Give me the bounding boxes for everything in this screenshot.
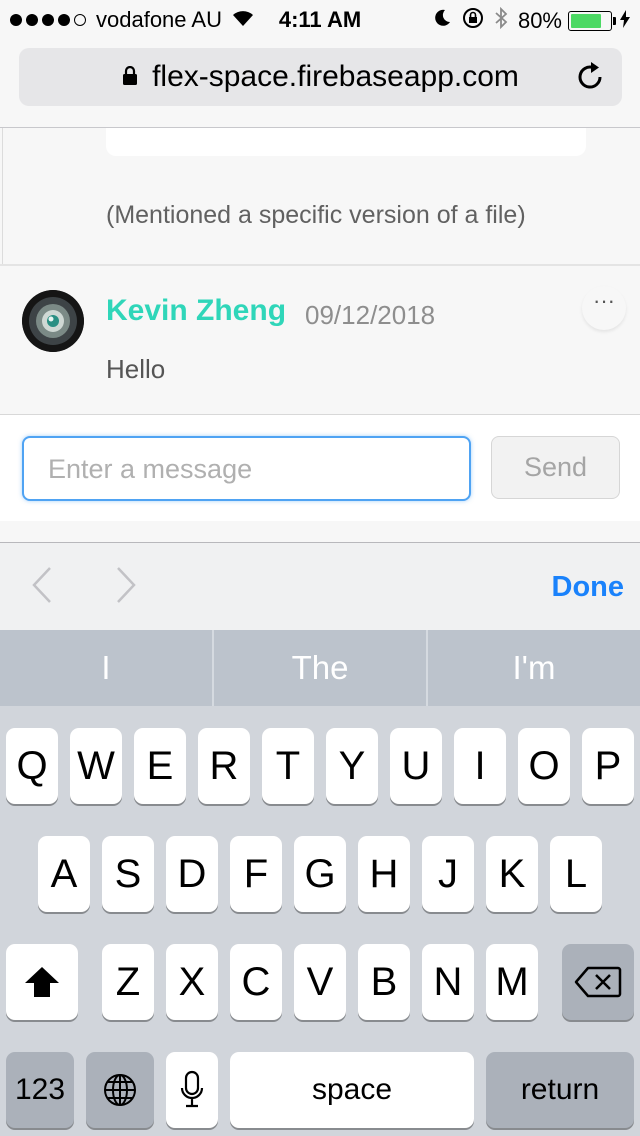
key-c[interactable]: C	[230, 944, 282, 1020]
key-w[interactable]: W	[70, 728, 122, 804]
key-p[interactable]: P	[582, 728, 634, 804]
reload-icon[interactable]	[576, 60, 606, 97]
shift-icon	[25, 967, 59, 997]
key-k[interactable]: K	[486, 836, 538, 912]
rotation-lock-icon	[462, 7, 484, 35]
key-z[interactable]: Z	[102, 944, 154, 1020]
key-y[interactable]: Y	[326, 728, 378, 804]
microphone-key[interactable]	[166, 1052, 218, 1128]
thread-line	[2, 128, 3, 264]
message-input[interactable]: Enter a message	[22, 436, 471, 501]
chat-page: (Mentioned a specific version of a file)…	[0, 128, 640, 521]
moon-icon	[432, 8, 452, 34]
file-preview-card[interactable]	[106, 128, 586, 156]
message-date: 09/12/2018	[305, 300, 436, 330]
shift-key[interactable]	[6, 944, 78, 1020]
key-e[interactable]: E	[134, 728, 186, 804]
key-m[interactable]: M	[486, 944, 538, 1020]
key-r[interactable]: R	[198, 728, 250, 804]
more-options-button[interactable]: ···	[582, 286, 626, 330]
key-q[interactable]: Q	[6, 728, 58, 804]
key-x[interactable]: X	[166, 944, 218, 1020]
return-key[interactable]: return	[486, 1052, 634, 1128]
keyboard-accessory-bar: Done	[0, 543, 640, 630]
battery-fill	[571, 14, 602, 28]
battery-cap	[613, 17, 616, 25]
key-o[interactable]: O	[518, 728, 570, 804]
predictive-bar: I The I'm	[0, 630, 640, 706]
globe-key[interactable]	[86, 1052, 154, 1128]
key-b[interactable]: B	[358, 944, 410, 1020]
prediction-item[interactable]: I	[0, 630, 212, 706]
key-h[interactable]: H	[358, 836, 410, 912]
chat-message: Kevin Zheng 09/12/2018 ··· Hello	[0, 266, 640, 414]
key-d[interactable]: D	[166, 836, 218, 912]
mention-note: (Mentioned a specific version of a file)	[106, 201, 526, 229]
next-field-icon[interactable]	[112, 565, 140, 610]
key-t[interactable]: T	[262, 728, 314, 804]
key-a[interactable]: A	[38, 836, 90, 912]
key-n[interactable]: N	[422, 944, 474, 1020]
charging-bolt-icon	[620, 8, 630, 34]
backspace-key[interactable]	[562, 944, 634, 1020]
url-display[interactable]: flex-space.firebaseapp.com	[19, 48, 622, 106]
previous-field-icon[interactable]	[28, 565, 56, 610]
numbers-key[interactable]: 123	[6, 1052, 74, 1128]
message-body: Hello	[106, 354, 166, 384]
address-bar[interactable]: flex-space.firebaseapp.com	[19, 48, 622, 106]
bluetooth-icon	[494, 6, 508, 35]
microphone-icon	[180, 1070, 204, 1108]
author-name[interactable]: Kevin Zheng	[106, 294, 286, 328]
battery-icon	[568, 11, 612, 31]
key-g[interactable]: G	[294, 836, 346, 912]
key-f[interactable]: F	[230, 836, 282, 912]
key-s[interactable]: S	[102, 836, 154, 912]
backspace-icon	[574, 966, 622, 998]
status-bar: vodafone AU 4:11 AM 80%	[0, 0, 640, 40]
message-composer: Enter a message Send	[0, 415, 640, 521]
key-u[interactable]: U	[390, 728, 442, 804]
key-v[interactable]: V	[294, 944, 346, 1020]
key-j[interactable]: J	[422, 836, 474, 912]
url-text: flex-space.firebaseapp.com	[152, 60, 519, 93]
battery-indicator: 80%	[518, 8, 630, 34]
prediction-item[interactable]: The	[212, 630, 426, 706]
keyboard: Q W E R T Y U I O P A S D F G H J K L Z …	[0, 706, 640, 1136]
globe-icon	[104, 1074, 136, 1106]
lock-icon	[122, 60, 138, 94]
status-right: 80%	[432, 6, 630, 35]
send-button[interactable]: Send	[491, 436, 620, 499]
key-i[interactable]: I	[454, 728, 506, 804]
prediction-item[interactable]: I'm	[426, 630, 640, 706]
key-l[interactable]: L	[550, 836, 602, 912]
done-button[interactable]: Done	[552, 571, 625, 604]
space-key[interactable]: space	[230, 1052, 474, 1128]
avatar[interactable]	[22, 290, 84, 352]
battery-percent: 80%	[517, 8, 562, 33]
